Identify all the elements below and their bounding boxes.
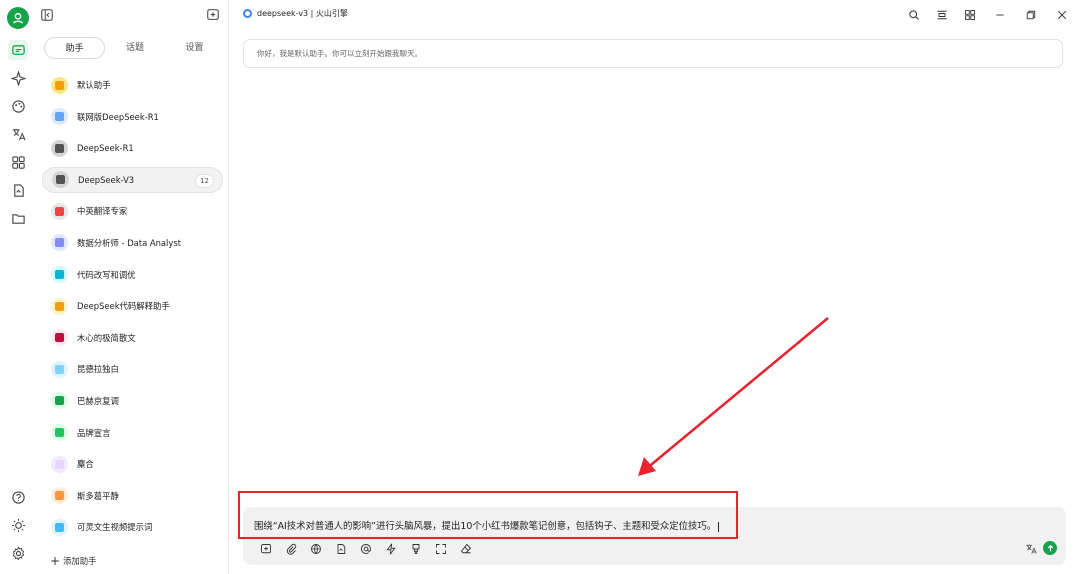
apps-grid-icon[interactable] (8, 152, 28, 172)
green-book-icon (51, 392, 68, 410)
sidebar-item-label: DeepSeek代码解释助手 (77, 301, 170, 312)
file-icon[interactable] (8, 180, 28, 200)
assistant-sidebar: 助手 话题 设置 默认助手联网版DeepSeek-R1 DeepSeek-R1 De… (36, 0, 229, 574)
sidebar-item-label: 默认助手 (77, 80, 111, 90)
model-selector[interactable]: deepseek-v3 | 火山引擎 (243, 8, 348, 19)
sidebar-item[interactable]: 数据分析师 - Data Analyst (42, 230, 223, 256)
collapse-sidebar-icon[interactable] (38, 6, 56, 24)
sidebar-item-label: 斯多葛平静 (77, 490, 119, 501)
sidebar-item-label: 可灵文生视频提示词 (77, 522, 153, 533)
palette-icon[interactable] (8, 96, 28, 116)
sidebar-item[interactable]: 中英翻译专家 (42, 198, 223, 224)
input-toolbar (253, 541, 478, 557)
sidebar-item-label: DeepSeek-V3 (78, 174, 135, 185)
chart-icon (51, 234, 68, 252)
sidebar-item-label: 代码改写和调优 (77, 269, 136, 280)
minimize-icon[interactable] (991, 6, 1009, 24)
add-assistant-label: 添加助手 (63, 556, 97, 566)
face-icon (51, 297, 68, 315)
welcome-message: 你好，我是默认助手。你可以立刻开始跟我聊天。 (243, 39, 1063, 68)
chat-header: deepseek-v3 | 火山引擎 (229, 0, 1080, 30)
eraser-icon[interactable] (453, 541, 478, 557)
sidebar-item[interactable]: 麋合 (42, 451, 223, 477)
sidebar-item-label: DeepSeek-R1 (77, 143, 134, 154)
sidebar-item-label: 昆德拉独白 (77, 364, 119, 375)
robot-icon (52, 171, 69, 189)
sidebar-item[interactable]: 可灵文生视频提示词 (42, 514, 223, 540)
sidebar-item-label: 木心的极简散文 (77, 332, 136, 343)
star-icon (51, 76, 68, 94)
search-icon[interactable] (905, 6, 923, 24)
person-icon (51, 487, 68, 505)
open-book-icon (51, 360, 68, 378)
user-icon (12, 12, 24, 24)
fullscreen-icon[interactable] (428, 541, 453, 557)
sidebar-item[interactable]: DeepSeek-R1 (42, 135, 223, 161)
sidebar-item[interactable]: 联网版DeepSeek-R1 (42, 104, 223, 130)
mention-icon[interactable] (353, 541, 378, 557)
screen-icon (51, 518, 68, 536)
tab-assistants[interactable]: 助手 (44, 37, 106, 59)
send-button[interactable] (1043, 541, 1057, 555)
assistant-list: 默认助手联网版DeepSeek-R1 DeepSeek-R1 DeepSeek-V3… (42, 72, 223, 546)
new-topic-icon[interactable] (253, 541, 278, 557)
tab-settings[interactable]: 设置 (165, 37, 224, 59)
folder-icon[interactable] (8, 208, 28, 228)
sidebar-item[interactable]: DeepSeek-V3 12 (42, 166, 223, 193)
sidebar-item-label: 麋合 (77, 459, 94, 470)
translate-icon[interactable] (1024, 542, 1038, 556)
bubble-icon (51, 455, 68, 473)
sidebar-item[interactable]: 斯多葛平静 (42, 483, 223, 509)
model-logo-icon (243, 9, 252, 18)
layout-icon[interactable] (933, 6, 951, 24)
arrow-up-icon (1047, 544, 1053, 551)
grid-icon[interactable] (961, 6, 979, 24)
sidebar-item-label: 巴赫京复调 (77, 395, 119, 406)
settings-gear-icon[interactable] (8, 543, 28, 563)
sidebar-item-label: 数据分析师 - Data Analyst (77, 237, 181, 248)
sidebar-item[interactable]: 巴赫京复调 (42, 388, 223, 414)
attachment-icon[interactable] (278, 541, 303, 557)
sidebar-item[interactable]: 昆德拉独白 (42, 356, 223, 382)
globe-icon (51, 108, 68, 126)
sun-icon[interactable] (8, 515, 28, 535)
sidebar-item[interactable]: 品牌宣言 (42, 420, 223, 446)
sidebar-item[interactable]: 默认助手 (42, 72, 223, 98)
lightning-icon[interactable] (378, 541, 403, 557)
help-icon[interactable] (8, 487, 28, 507)
books-icon (51, 202, 68, 220)
close-icon[interactable] (1053, 6, 1071, 24)
sidebar-item[interactable]: 代码改写和调优 (42, 262, 223, 288)
image-icon (51, 424, 68, 442)
sidebar-tabs: 助手 话题 设置 (44, 37, 224, 59)
icon-rail (0, 0, 36, 574)
user-avatar[interactable] (7, 7, 29, 29)
brush-icon[interactable] (403, 541, 428, 557)
new-topic-icon[interactable] (204, 6, 222, 24)
sidebar-item[interactable]: 木心的极简散文 (42, 325, 223, 351)
sidebar-item-label: 品牌宣言 (77, 427, 111, 438)
model-title-label: deepseek-v3 | 火山引擎 (257, 9, 348, 18)
plus-icon: + (50, 554, 61, 568)
sidebar-item-label: 中英翻译专家 (77, 206, 128, 217)
topic-count-badge: 12 (195, 173, 214, 188)
knowledge-base-icon[interactable] (328, 541, 353, 557)
tab-topics[interactable]: 话题 (105, 37, 164, 59)
monitor-icon (51, 266, 68, 284)
sidebar-item[interactable]: DeepSeek代码解释助手 (42, 293, 223, 319)
web-search-icon[interactable] (303, 541, 328, 557)
chat-icon[interactable] (8, 40, 28, 60)
book-icon (51, 329, 68, 347)
sparkle-icon[interactable] (8, 68, 28, 88)
add-assistant-button[interactable]: + 添加助手 (50, 555, 97, 567)
annotation-highlight-box (238, 491, 738, 539)
robot-icon (51, 139, 68, 157)
restore-icon[interactable] (1022, 6, 1040, 24)
sidebar-topbar (36, 0, 229, 30)
sidebar-item-label: 联网版DeepSeek-R1 (77, 111, 159, 122)
translate-icon[interactable] (8, 124, 28, 144)
